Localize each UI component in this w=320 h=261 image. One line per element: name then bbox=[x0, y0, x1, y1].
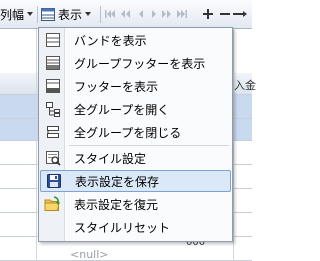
prev-icon[interactable] bbox=[134, 7, 148, 21]
display-menu-label: 表示 bbox=[58, 7, 83, 22]
menu-item-expand-all-groups[interactable]: 全グループを開く bbox=[40, 98, 231, 120]
remove-icon[interactable] bbox=[218, 7, 232, 21]
menu-item-label: グループフッターを表示 bbox=[74, 56, 206, 71]
toolbar: 列幅 表示 bbox=[0, 0, 252, 29]
restore-folder-icon bbox=[44, 196, 60, 211]
chevron-down-icon bbox=[85, 12, 92, 16]
menu-item-style-reset[interactable]: スタイルリセット bbox=[40, 216, 231, 238]
display-menu-button[interactable]: 表示 bbox=[41, 0, 92, 28]
toolbar-divider bbox=[37, 6, 38, 23]
menu-item-label: 表示設定を復元 bbox=[74, 197, 159, 212]
next-page-icon[interactable] bbox=[160, 7, 174, 21]
column-width-label: 列幅 bbox=[0, 7, 25, 22]
menu-item-show-group-footer[interactable]: グループフッターを表示 bbox=[40, 52, 231, 74]
menu-item-label: フッターを表示 bbox=[74, 79, 159, 94]
group-footer-icon bbox=[46, 56, 60, 70]
prev-page-icon[interactable] bbox=[118, 7, 132, 21]
band-icon bbox=[46, 33, 60, 47]
save-icon bbox=[47, 174, 61, 188]
menu-item-collapse-all-groups[interactable]: 全グループを閉じる bbox=[40, 121, 231, 143]
menu-item-label: 表示設定を保存 bbox=[75, 174, 160, 189]
menu-item-label: 全グループを閉じる bbox=[74, 125, 182, 140]
menu-item-label: スタイル設定 bbox=[74, 151, 147, 166]
table-view-icon bbox=[41, 7, 55, 21]
first-page-icon[interactable] bbox=[103, 7, 117, 21]
menu-separator bbox=[69, 145, 229, 146]
menu-item-show-band[interactable]: バンドを表示 bbox=[40, 29, 231, 51]
next-icon[interactable] bbox=[147, 7, 161, 21]
add-icon[interactable] bbox=[201, 7, 215, 21]
menu-item-label: スタイルリセット bbox=[74, 220, 171, 235]
last-page-icon[interactable] bbox=[175, 7, 189, 21]
display-dropdown-menu: バンドを表示 グループフッターを表示 フッターを表示 全グループを開く 全グルー… bbox=[38, 27, 233, 242]
column-divider bbox=[36, 29, 37, 261]
column-divider bbox=[233, 29, 234, 261]
footer-icon bbox=[46, 79, 60, 93]
chevron-down-icon bbox=[27, 12, 34, 16]
style-settings-icon bbox=[46, 151, 61, 166]
toolbar-divider bbox=[100, 6, 101, 23]
menu-item-style-settings[interactable]: スタイル設定 bbox=[40, 147, 231, 169]
expand-groups-icon bbox=[46, 102, 60, 117]
menu-item-label: バンドを表示 bbox=[74, 33, 147, 48]
menu-item-restore-display-settings[interactable]: 表示設定を復元 bbox=[40, 193, 231, 215]
menu-item-save-display-settings[interactable]: 表示設定を保存 bbox=[40, 170, 231, 192]
column-header-label: 入金 bbox=[234, 79, 256, 92]
collapse-groups-icon bbox=[47, 126, 59, 138]
menu-item-label: 全グループを開く bbox=[74, 102, 170, 117]
more-icon[interactable] bbox=[233, 7, 247, 21]
menu-item-show-footer[interactable]: フッターを表示 bbox=[40, 75, 231, 97]
column-width-button[interactable]: 列幅 bbox=[0, 0, 34, 28]
null-cell-value: <null> bbox=[70, 248, 109, 261]
